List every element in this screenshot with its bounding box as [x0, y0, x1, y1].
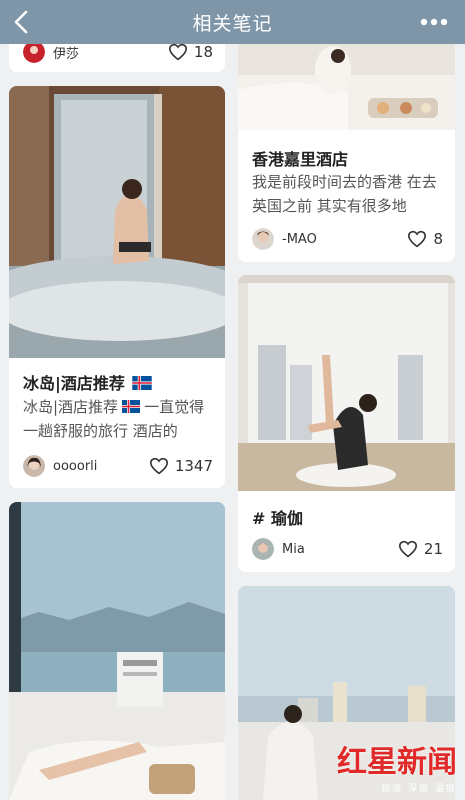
note-card[interactable]: 香港嘉里酒店 我是前段时间去的香港 在去英国之前 其实有很多地 -MAO 8 [238, 20, 455, 262]
page-title: 相关笔记 [192, 13, 273, 35]
card-photo [238, 275, 455, 491]
iceland-flag-icon [122, 400, 141, 413]
watermark-slogan: 锐度 深度 温度 [381, 784, 457, 794]
avatar [23, 455, 45, 477]
card-photo [9, 502, 225, 800]
more-dots-icon[interactable] [419, 12, 449, 32]
iceland-flag-icon [132, 376, 153, 390]
like-count[interactable]: 8 [407, 227, 443, 251]
like-count[interactable]: 21 [398, 537, 443, 561]
card-photo [9, 86, 225, 358]
like-count-value: 21 [423, 540, 443, 558]
nav-bar: 相关笔记 [0, 0, 465, 44]
watermark-logo: 红星新闻 [337, 745, 457, 780]
note-card[interactable]: # 瑜伽 Mia 21 [238, 275, 455, 572]
card-title: # 瑜伽 [252, 509, 303, 528]
note-card[interactable] [9, 502, 225, 800]
note-card[interactable]: 冰岛|酒店推荐 冰岛|酒店推荐 一直觉得一趟舒服的旅行 酒店的 oooorli … [9, 86, 225, 488]
heart-icon [168, 43, 187, 61]
like-count-value: 18 [193, 43, 213, 61]
avatar [23, 41, 45, 63]
author[interactable]: -MAO [252, 227, 317, 251]
avatar [252, 538, 274, 560]
news-watermark: 红星新闻 锐度 深度 温度 [337, 737, 457, 794]
author[interactable]: Mia [252, 537, 305, 561]
like-count-value: 1347 [174, 457, 213, 475]
card-title: 香港嘉里酒店 [252, 150, 349, 169]
heart-icon [408, 230, 427, 248]
author-name: -MAO [282, 231, 317, 247]
like-count-value: 8 [433, 230, 443, 248]
author[interactable]: oooorli [23, 454, 97, 478]
author-name: 伊莎 [53, 46, 80, 62]
avatar [252, 228, 274, 250]
card-description: 我是前段时间去的香港 在去英国之前 其实有很多地 [252, 173, 437, 215]
card-description: 冰岛|酒店推荐 一直觉得一趟舒服的旅行 酒店的 [23, 398, 205, 440]
heart-icon [149, 457, 168, 475]
like-count[interactable]: 1347 [149, 454, 213, 478]
card-title: 冰岛|酒店推荐 [23, 370, 215, 394]
heart-icon [398, 540, 417, 558]
author-name: oooorli [53, 458, 98, 474]
author-name: Mia [282, 541, 305, 557]
